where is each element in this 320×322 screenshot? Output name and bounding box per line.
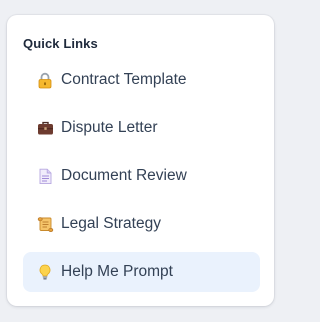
briefcase-icon [36, 119, 54, 137]
quick-link-document-review[interactable]: Document Review [23, 156, 260, 196]
quick-link-label: Legal Strategy [61, 215, 161, 232]
quick-link-label: Contract Template [61, 71, 187, 88]
quick-links-card: Quick Links Contract Template Dispute Le… [7, 15, 274, 306]
quick-link-help-me-prompt[interactable]: Help Me Prompt [23, 252, 260, 292]
quick-link-label: Document Review [61, 167, 187, 184]
quick-link-contract-template[interactable]: Contract Template [23, 60, 260, 100]
document-icon [36, 167, 54, 185]
quick-link-label: Help Me Prompt [61, 263, 173, 280]
lightbulb-icon [36, 263, 54, 281]
quick-links-title: Quick Links [23, 36, 98, 51]
quick-link-legal-strategy[interactable]: Legal Strategy [23, 204, 260, 244]
quick-link-dispute-letter[interactable]: Dispute Letter [23, 108, 260, 148]
quick-link-label: Dispute Letter [61, 119, 158, 136]
lock-icon [36, 71, 54, 89]
quick-links-list: Contract Template Dispute Letter Documen… [23, 60, 260, 300]
scroll-icon [36, 215, 54, 233]
